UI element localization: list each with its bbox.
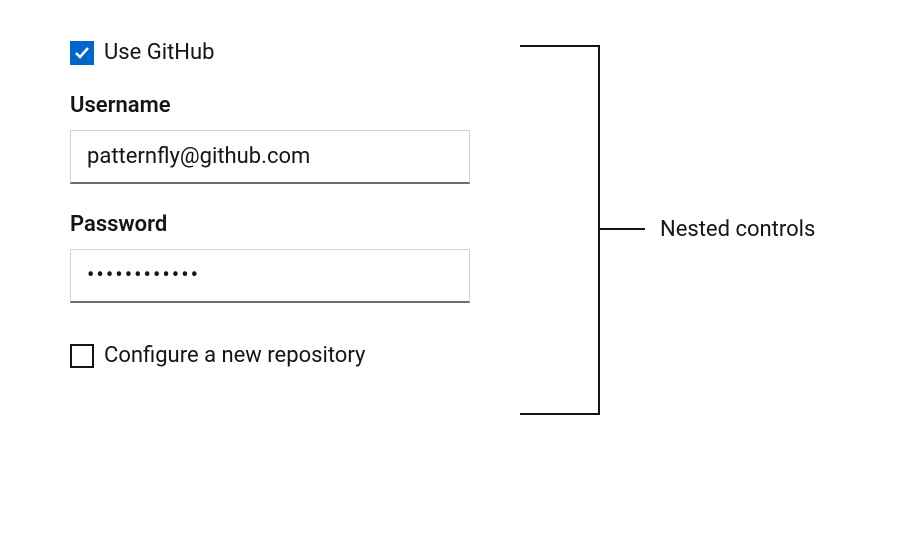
form-container: Use GitHub Username Password Configure a…	[70, 40, 470, 368]
configure-repo-checkbox[interactable]	[70, 344, 94, 368]
password-label: Password	[70, 212, 470, 237]
use-github-checkbox[interactable]	[70, 41, 94, 65]
username-field-group: Username	[70, 93, 470, 184]
password-input[interactable]	[70, 249, 470, 303]
configure-repo-label: Configure a new repository	[104, 343, 365, 368]
use-github-checkbox-row: Use GitHub	[70, 40, 470, 65]
annotation-bracket	[520, 45, 600, 415]
username-label: Username	[70, 93, 470, 118]
configure-repo-checkbox-row: Configure a new repository	[70, 343, 470, 368]
username-input[interactable]	[70, 130, 470, 184]
use-github-label: Use GitHub	[104, 40, 214, 65]
password-field-group: Password	[70, 212, 470, 303]
checkmark-icon	[74, 45, 90, 61]
annotation-connector-line	[600, 228, 645, 230]
annotation-label: Nested controls	[660, 217, 815, 242]
